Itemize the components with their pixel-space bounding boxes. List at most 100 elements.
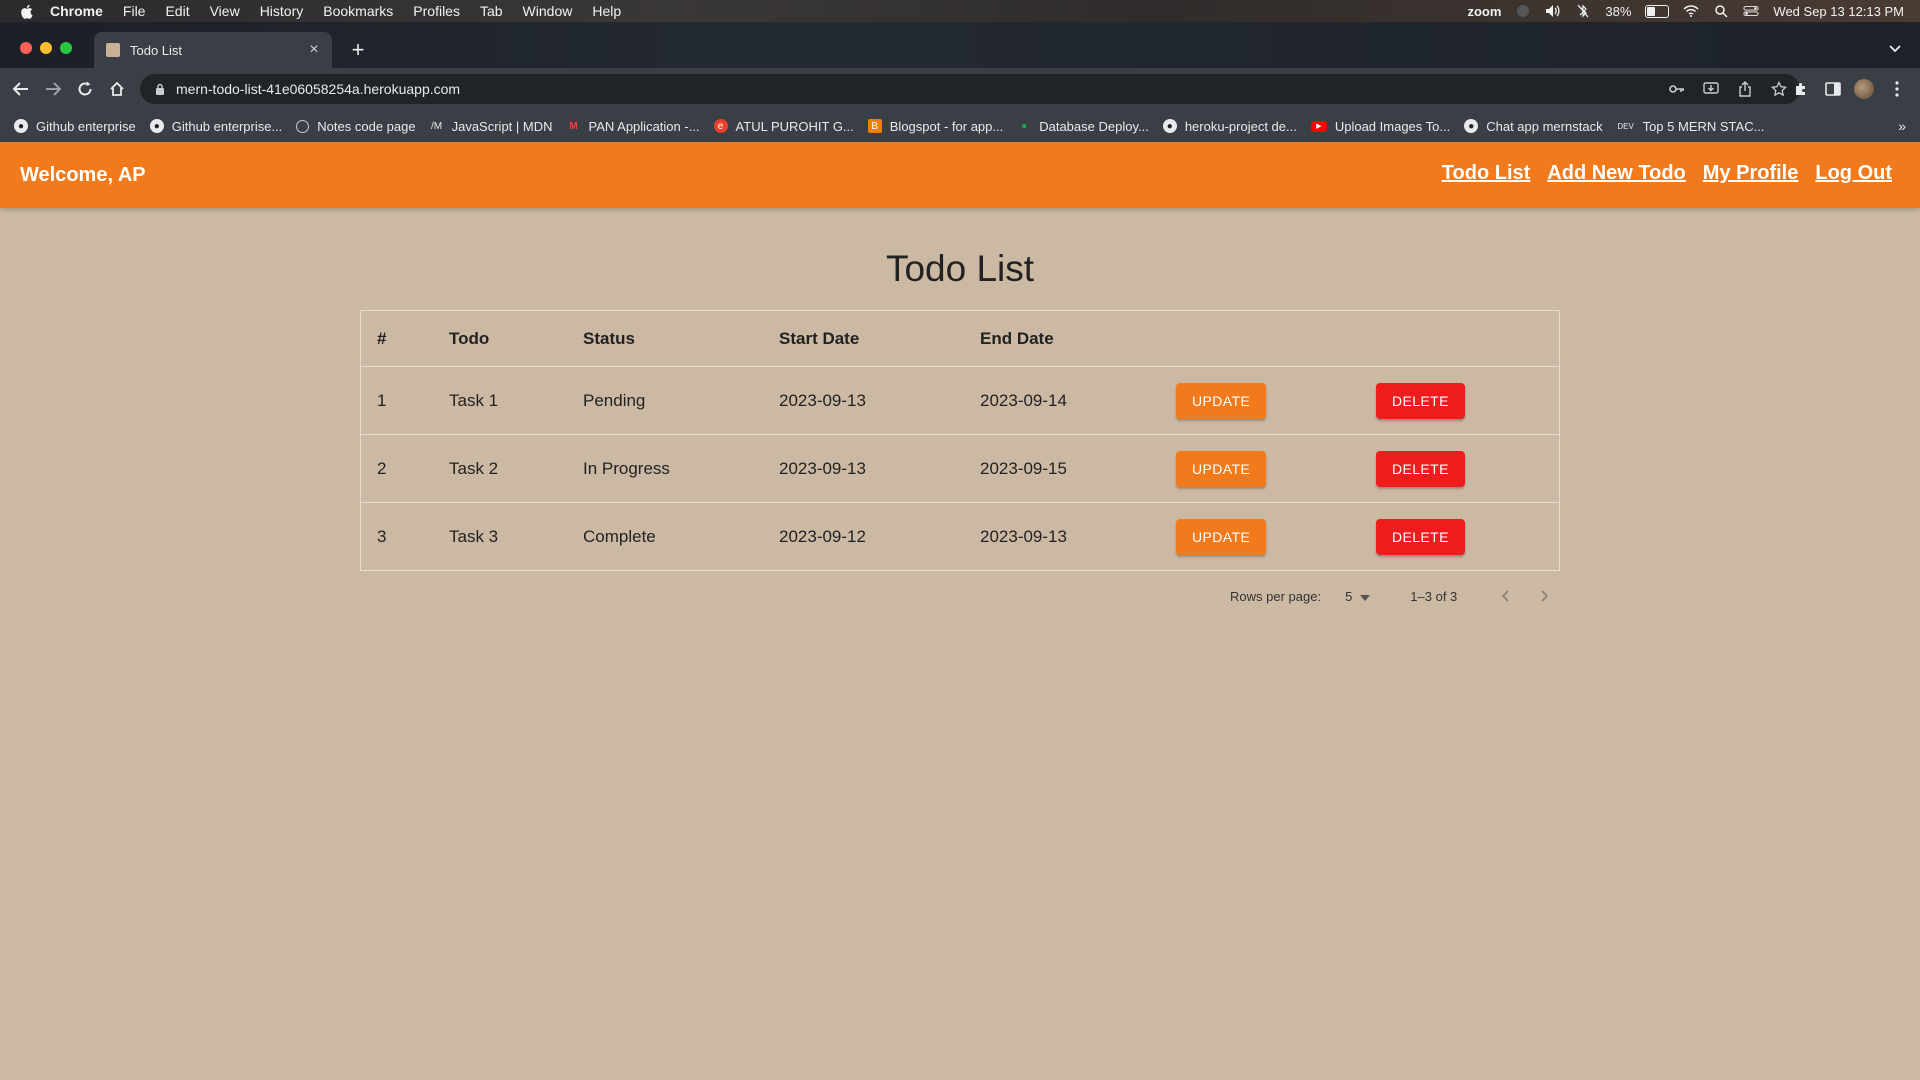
rows-per-page-value: 5: [1345, 588, 1353, 604]
forward-arrow-icon[interactable]: [42, 78, 64, 100]
cell-start-date: 2023-09-13: [763, 366, 964, 435]
profile-avatar-image: [1854, 79, 1874, 99]
delete-button[interactable]: DELETE: [1376, 450, 1465, 487]
battery-icon[interactable]: [1645, 4, 1670, 18]
window-close-button[interactable]: [20, 42, 32, 54]
bookmark-item[interactable]: ● heroku-project de...: [1162, 119, 1297, 134]
profile-avatar[interactable]: [1853, 78, 1875, 100]
page-title: Todo List: [885, 248, 1035, 289]
menu-bookmarks[interactable]: Bookmarks: [323, 3, 393, 19]
bookmark-item[interactable]: /M JavaScript | MDN: [430, 119, 552, 134]
extensions-puzzle-icon[interactable]: [1790, 78, 1812, 100]
update-button[interactable]: UPDATE: [1176, 450, 1267, 487]
window-maximize-button[interactable]: [60, 42, 72, 54]
menu-tab[interactable]: Tab: [480, 3, 503, 19]
menu-file[interactable]: File: [123, 3, 146, 19]
rows-per-page-label: Rows per page:: [1230, 588, 1322, 604]
previous-page-chevron-icon[interactable]: [1493, 584, 1517, 608]
control-center-icon[interactable]: [1743, 4, 1759, 18]
share-icon[interactable]: [1736, 80, 1754, 98]
cell-number: 2: [361, 434, 433, 503]
app-header: Welcome, AP Todo List Add New Todo My Pr…: [0, 142, 1920, 208]
column-header-delete: [1360, 311, 1559, 367]
bookmark-item[interactable]: ▶ Upload Images To...: [1310, 119, 1450, 134]
column-header-update: [1160, 311, 1360, 367]
omnibox-actions: [1668, 80, 1788, 98]
nav-log-out-link[interactable]: Log Out: [1815, 162, 1892, 185]
blogger-icon: B: [867, 119, 882, 133]
bookmark-item[interactable]: ● Chat app mernstack: [1464, 118, 1603, 134]
bookmarks-overflow-icon[interactable]: »: [1898, 118, 1906, 134]
menu-edit[interactable]: Edit: [165, 3, 189, 19]
tab-search-chevron-icon[interactable]: [1886, 40, 1904, 58]
dropdown-arrow-icon: [1360, 589, 1371, 604]
menu-app-name[interactable]: Chrome: [50, 3, 103, 19]
bookmark-item[interactable]: ● Github enterprise: [14, 119, 136, 134]
table-row: 1 Task 1 Pending 2023-09-13 2023-09-14 U…: [361, 366, 1559, 435]
install-app-icon[interactable]: [1702, 80, 1720, 98]
volume-icon[interactable]: [1545, 4, 1561, 18]
delete-button[interactable]: DELETE: [1376, 518, 1465, 555]
battery-percent: 38%: [1605, 3, 1632, 19]
cell-update: UPDATE: [1160, 502, 1360, 570]
chrome-menu-icon[interactable]: [1886, 78, 1908, 100]
bluetooth-off-icon[interactable]: [1575, 4, 1591, 18]
bookmark-item[interactable]: DEV Top 5 MERN STAC...: [1617, 119, 1764, 134]
bookmark-item[interactable]: ● Github enterprise...: [149, 118, 283, 134]
menu-profiles[interactable]: Profiles: [413, 3, 460, 19]
delete-button[interactable]: DELETE: [1376, 382, 1465, 419]
column-header-number: #: [377, 328, 387, 348]
menu-window[interactable]: Window: [523, 3, 573, 19]
camera-status-icon[interactable]: [1515, 4, 1531, 18]
bookmarks-bar: ● Github enterprise ● Github enterprise.…: [0, 110, 1920, 143]
spotlight-search-icon[interactable]: [1713, 4, 1729, 18]
dev-icon: DEV: [1617, 121, 1634, 131]
menu-view[interactable]: View: [210, 3, 240, 19]
menu-help[interactable]: Help: [592, 3, 621, 19]
side-panel-icon[interactable]: [1822, 78, 1844, 100]
cell-update: UPDATE: [1160, 366, 1360, 435]
update-button[interactable]: UPDATE: [1176, 382, 1267, 419]
reload-icon[interactable]: [74, 78, 96, 100]
password-key-icon[interactable]: [1668, 80, 1686, 98]
tab-close-icon[interactable]: ×: [306, 41, 322, 58]
zoom-status-label[interactable]: zoom: [1467, 4, 1501, 19]
browser-tab-active[interactable]: Todo List ×: [94, 32, 332, 68]
table-pagination: Rows per page: 5 1–3 of 3: [1230, 584, 1557, 608]
menu-history[interactable]: History: [260, 3, 304, 19]
bookmark-star-icon[interactable]: [1770, 80, 1788, 98]
address-bar[interactable]: mern-todo-list-41e06058254a.herokuapp.co…: [140, 74, 1800, 104]
bookmark-label: Chat app mernstack: [1486, 118, 1603, 134]
browser-tab-strip: Todo List × +: [0, 22, 1920, 68]
github-icon: ●: [1162, 119, 1177, 133]
nav-add-new-todo-link[interactable]: Add New Todo: [1547, 162, 1686, 185]
home-icon[interactable]: [106, 78, 128, 100]
apple-icon[interactable]: [16, 0, 36, 22]
bookmark-label: Notes code page: [317, 118, 416, 134]
url-text[interactable]: mern-todo-list-41e06058254a.herokuapp.co…: [176, 81, 460, 97]
bookmark-item[interactable]: e ATUL PUROHIT G...: [713, 119, 854, 134]
back-arrow-icon[interactable]: [10, 78, 32, 100]
cell-end-date: 2023-09-13: [964, 502, 1160, 570]
bookmark-item[interactable]: M PAN Application -...: [567, 119, 699, 134]
rows-per-page-select[interactable]: 5: [1345, 588, 1371, 604]
next-page-chevron-icon[interactable]: [1533, 584, 1557, 608]
cell-todo: Task 3: [433, 502, 567, 570]
bookmark-item[interactable]: B Blogspot - for app...: [867, 119, 1003, 134]
update-button[interactable]: UPDATE: [1176, 518, 1267, 555]
bookmark-label: Github enterprise...: [171, 118, 283, 134]
edge-icon: e: [713, 119, 728, 133]
cell-delete: DELETE: [1360, 434, 1559, 503]
bookmark-item[interactable]: ● Database Deploy...: [1017, 119, 1149, 134]
nav-my-profile-link[interactable]: My Profile: [1703, 162, 1799, 185]
macos-menubar: Chrome File Edit View History Bookmarks …: [0, 0, 1920, 22]
nav-todo-list-link[interactable]: Todo List: [1442, 162, 1531, 185]
window-minimize-button[interactable]: [40, 42, 52, 54]
wifi-icon[interactable]: [1683, 4, 1699, 18]
new-tab-plus-icon[interactable]: +: [346, 37, 370, 62]
column-header-status: Status: [583, 328, 635, 348]
mdn-icon: /M: [431, 120, 443, 132]
lock-icon[interactable]: [154, 82, 166, 96]
menubar-datetime[interactable]: Wed Sep 13 12:13 PM: [1773, 4, 1904, 19]
bookmark-item[interactable]: Notes code page: [296, 118, 416, 134]
